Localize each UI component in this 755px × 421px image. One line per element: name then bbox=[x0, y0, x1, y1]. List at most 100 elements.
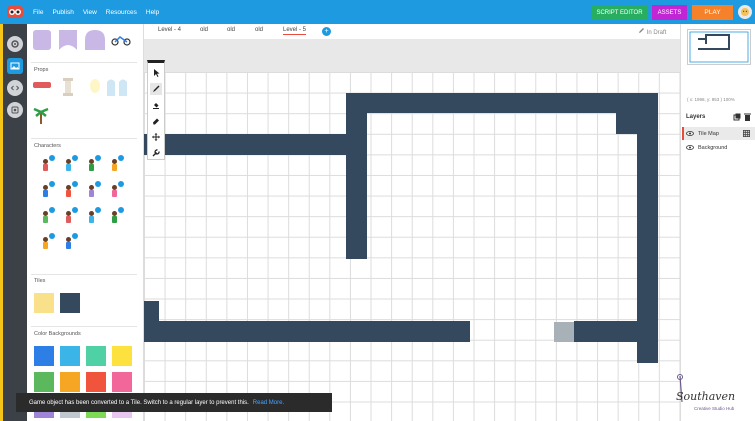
character-sprite[interactable] bbox=[87, 207, 101, 224]
character-sprite[interactable] bbox=[64, 181, 78, 198]
character-sprite[interactable] bbox=[64, 233, 78, 250]
tab-old-3[interactable]: old bbox=[255, 27, 263, 33]
level-tabs: Level - 4 old old old Level - 5 + In Dra… bbox=[144, 24, 680, 39]
right-panel: ( x: 1998, y: 853 ) 100% Layers Tile Map… bbox=[680, 24, 755, 421]
color-swatch[interactable] bbox=[34, 346, 54, 366]
select-tool-icon[interactable] bbox=[150, 67, 162, 79]
watermark-title: Southaven bbox=[676, 390, 736, 403]
toast-message: Game object has been converted to a Tile… bbox=[29, 399, 249, 406]
sound-icon[interactable] bbox=[7, 102, 23, 118]
draft-label: In Draft bbox=[646, 30, 667, 36]
eye-icon[interactable] bbox=[686, 131, 694, 136]
character-sprite[interactable] bbox=[110, 181, 124, 198]
color-backgrounds-section-title: Color Backgrounds bbox=[34, 331, 81, 337]
minimap[interactable] bbox=[687, 29, 751, 65]
wall-tile-segment bbox=[144, 134, 366, 155]
draft-status: In Draft bbox=[638, 27, 666, 36]
layer-label: Background bbox=[698, 144, 728, 151]
layer-label: Tile Map bbox=[698, 130, 719, 137]
user-avatar[interactable] bbox=[738, 5, 752, 19]
app-logo-icon[interactable] bbox=[6, 4, 24, 20]
tab-old-2[interactable]: old bbox=[227, 27, 235, 33]
add-layer-icon[interactable] bbox=[733, 113, 741, 121]
left-rail bbox=[3, 24, 27, 421]
motorbike-icon[interactable] bbox=[111, 36, 131, 46]
read-more-link[interactable]: Read More. bbox=[253, 400, 284, 406]
color-swatch[interactable] bbox=[60, 346, 80, 366]
pencil-icon bbox=[639, 28, 644, 33]
palm-tree-icon[interactable] bbox=[33, 107, 49, 124]
wall-tile-segment bbox=[346, 93, 658, 113]
skateboard-icon[interactable] bbox=[33, 82, 51, 88]
pillar-icon[interactable] bbox=[63, 78, 73, 96]
props-grid bbox=[33, 78, 127, 124]
wall-tile-segment bbox=[616, 93, 637, 134]
window-icon[interactable] bbox=[107, 79, 115, 97]
menu-help[interactable]: Help bbox=[146, 9, 159, 16]
tile-swatch-navy[interactable] bbox=[60, 293, 80, 313]
color-swatch[interactable] bbox=[34, 372, 54, 392]
app-window: File Publish View Resources Help SCRIPT … bbox=[0, 0, 755, 421]
script-editor-button[interactable]: SCRIPT EDITOR bbox=[591, 5, 648, 20]
shape-tile[interactable] bbox=[85, 30, 105, 50]
settings-icon[interactable] bbox=[7, 36, 23, 52]
layer-row-tile-map[interactable]: Tile Map bbox=[682, 127, 755, 140]
coordinates-readout: ( x: 1998, y: 853 ) 100% bbox=[687, 97, 735, 102]
character-sprite[interactable] bbox=[64, 155, 78, 172]
color-swatch[interactable] bbox=[60, 372, 80, 392]
character-sprite[interactable] bbox=[41, 207, 55, 224]
character-sprite[interactable] bbox=[41, 233, 55, 250]
color-swatch[interactable] bbox=[86, 346, 106, 366]
grid-icon[interactable] bbox=[743, 130, 750, 137]
tab-level-5[interactable]: Level - 5 bbox=[283, 27, 307, 35]
canvas-top-strip bbox=[144, 39, 680, 72]
eye-icon[interactable] bbox=[686, 145, 694, 150]
layer-row-background[interactable]: Background bbox=[682, 141, 755, 154]
tab-level-4[interactable]: Level - 4 bbox=[158, 27, 181, 33]
color-swatch[interactable] bbox=[112, 346, 132, 366]
color-swatch[interactable] bbox=[112, 372, 132, 392]
shape-tile[interactable] bbox=[59, 30, 77, 50]
brush-tool-icon[interactable] bbox=[150, 83, 162, 95]
character-sprite[interactable] bbox=[110, 207, 124, 224]
character-sprite[interactable] bbox=[87, 155, 101, 172]
character-sprite[interactable] bbox=[41, 181, 55, 198]
egg-icon[interactable] bbox=[90, 79, 100, 93]
character-sprite[interactable] bbox=[41, 155, 55, 172]
layers-title: Layers bbox=[686, 114, 706, 120]
menu-file[interactable]: File bbox=[33, 9, 43, 16]
wall-tile-segment bbox=[144, 301, 159, 321]
eraser-tool-icon[interactable] bbox=[150, 115, 162, 127]
watermark-logo: Southaven Creative Studio Hub bbox=[670, 372, 752, 416]
shape-tile[interactable] bbox=[33, 30, 51, 50]
play-button[interactable]: PLAY bbox=[692, 5, 733, 20]
image-assets-icon[interactable] bbox=[7, 58, 23, 74]
tab-old-1[interactable]: old bbox=[200, 27, 208, 33]
menu-resources[interactable]: Resources bbox=[106, 9, 137, 16]
code-icon[interactable] bbox=[7, 80, 23, 96]
props-section-title: Props bbox=[34, 67, 49, 73]
color-swatch[interactable] bbox=[86, 372, 106, 392]
tile-swatch-yellow[interactable] bbox=[34, 293, 54, 313]
delete-layer-icon[interactable] bbox=[744, 113, 751, 121]
character-sprite[interactable] bbox=[87, 181, 101, 198]
tool-palette bbox=[147, 60, 165, 160]
assets-button[interactable]: ASSETS bbox=[652, 5, 687, 20]
character-sprite[interactable] bbox=[64, 207, 78, 224]
character-sprite[interactable] bbox=[110, 155, 124, 172]
window-icon[interactable] bbox=[119, 79, 127, 97]
menu-publish[interactable]: Publish bbox=[52, 9, 73, 16]
move-tool-icon[interactable] bbox=[150, 131, 162, 143]
menu-view[interactable]: View bbox=[83, 9, 97, 16]
tile-canvas[interactable] bbox=[144, 72, 680, 421]
add-tab-icon[interactable]: + bbox=[322, 27, 331, 36]
wall-tile-segment bbox=[574, 321, 658, 342]
tiles-section-title: Tiles bbox=[34, 278, 46, 284]
wrench-tool-icon[interactable] bbox=[150, 147, 162, 159]
fill-tool-icon[interactable] bbox=[150, 99, 162, 111]
divider bbox=[31, 138, 137, 139]
assets-panel: Props Characters Tiles Color Backgrounds bbox=[27, 24, 144, 421]
avatar-icon bbox=[741, 8, 749, 16]
characters-section-title: Characters bbox=[34, 143, 61, 149]
divider bbox=[31, 62, 137, 63]
